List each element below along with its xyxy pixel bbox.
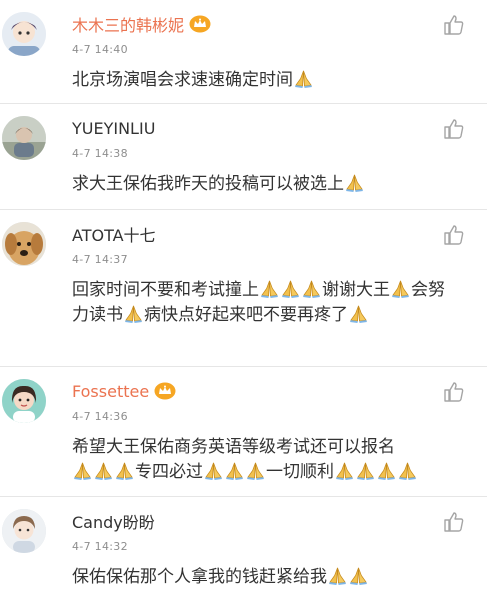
comment-text-part: 回家时间不要和考试撞上 xyxy=(72,280,259,300)
crown-icon xyxy=(189,15,211,33)
praying-hands-icon xyxy=(349,566,368,585)
timestamp: 4-7 14:32 xyxy=(72,540,128,553)
praying-hands-icon xyxy=(115,461,134,480)
comment-text-part: 谢谢大王 xyxy=(322,280,390,300)
username[interactable]: ATOTA十七 xyxy=(72,222,156,246)
avatar[interactable] xyxy=(2,116,46,160)
avatar[interactable] xyxy=(2,379,46,423)
comment-text: 希望大王保佑商务英语等级考试还可以报名专四必过 一切顺利 xyxy=(72,435,472,485)
username-row: ATOTA十七 xyxy=(72,222,156,246)
comment-item: ATOTA十七 4-7 14:37 回家时间不要和考试撞上 谢谢大王 会努力读书 病快… xyxy=(0,210,487,367)
praying-hands-icon xyxy=(246,461,265,480)
praying-hands-icon xyxy=(398,461,417,480)
praying-hands-icon xyxy=(335,461,354,480)
thumbs-up-icon[interactable] xyxy=(443,381,465,403)
comment-item: 木木三的韩彬妮 4-7 14:40 北京场演唱会求速速确定时间 xyxy=(0,0,487,104)
praying-hands-icon xyxy=(225,461,244,480)
avatar[interactable] xyxy=(2,509,46,553)
username[interactable]: YUEYINLIU xyxy=(72,119,155,138)
comment-text: 求大王保佑我昨天的投稿可以被选上 xyxy=(72,172,472,197)
thumbs-up-icon[interactable] xyxy=(443,14,465,36)
timestamp: 4-7 14:40 xyxy=(72,43,128,56)
timestamp: 4-7 14:36 xyxy=(72,410,128,423)
comment-item: Fossettee 4-7 14:36 希望大王保佑商务英语等级考试还可以报名专… xyxy=(0,367,487,497)
username-row: YUEYINLIU xyxy=(72,116,155,140)
praying-hands-icon xyxy=(294,69,313,88)
comment-text-content: 北京场演唱会求速速确定时间 xyxy=(72,70,293,90)
comment-text-content: 保佑保佑那个人拿我的钱赶紧给我 xyxy=(72,567,327,587)
thumbs-up-icon[interactable] xyxy=(443,511,465,533)
comment-text-content: 求大王保佑我昨天的投稿可以被选上 xyxy=(72,174,344,194)
comment-text: 回家时间不要和考试撞上 谢谢大王 会努力读书 病快点好起来吧不要再疼了 xyxy=(72,278,452,328)
username[interactable]: 木木三的韩彬妮 xyxy=(72,12,184,36)
comment-text-part: 一切顺利 xyxy=(266,462,334,482)
username-row: 木木三的韩彬妮 xyxy=(72,12,211,36)
praying-hands-icon xyxy=(328,566,347,585)
comment-text-part: 专四必过 xyxy=(135,462,203,482)
praying-hands-icon xyxy=(94,461,113,480)
comment-item: YUEYINLIU 4-7 14:38 求大王保佑我昨天的投稿可以被选上 xyxy=(0,104,487,210)
praying-hands-icon xyxy=(345,173,364,192)
comment-text: 保佑保佑那个人拿我的钱赶紧给我 xyxy=(72,565,472,590)
username-row: Candy盼盼 xyxy=(72,509,155,533)
comment-item: Candy盼盼 4-7 14:32 保佑保佑那个人拿我的钱赶紧给我 xyxy=(0,497,487,599)
praying-hands-icon xyxy=(349,304,368,323)
thumbs-up-icon[interactable] xyxy=(443,224,465,246)
timestamp: 4-7 14:37 xyxy=(72,253,128,266)
praying-hands-icon xyxy=(356,461,375,480)
praying-hands-icon xyxy=(260,279,279,298)
praying-hands-icon xyxy=(377,461,396,480)
timestamp: 4-7 14:38 xyxy=(72,147,128,160)
avatar[interactable] xyxy=(2,222,46,266)
thumbs-up-icon[interactable] xyxy=(443,118,465,140)
praying-hands-icon xyxy=(204,461,223,480)
praying-hands-icon xyxy=(73,461,92,480)
comment-text-part: 病快点好起来吧不要再疼了 xyxy=(144,305,348,325)
crown-icon xyxy=(154,382,176,400)
username[interactable]: Fossettee xyxy=(72,382,149,401)
comment-text: 北京场演唱会求速速确定时间 xyxy=(72,68,472,93)
praying-hands-icon xyxy=(124,304,143,323)
comment-text-part: 希望大王保佑商务英语等级考试还可以报名 xyxy=(72,437,395,457)
username-row: Fossettee xyxy=(72,379,176,403)
praying-hands-icon xyxy=(302,279,321,298)
username[interactable]: Candy盼盼 xyxy=(72,509,155,533)
praying-hands-icon xyxy=(281,279,300,298)
avatar[interactable] xyxy=(2,12,46,56)
praying-hands-icon xyxy=(391,279,410,298)
